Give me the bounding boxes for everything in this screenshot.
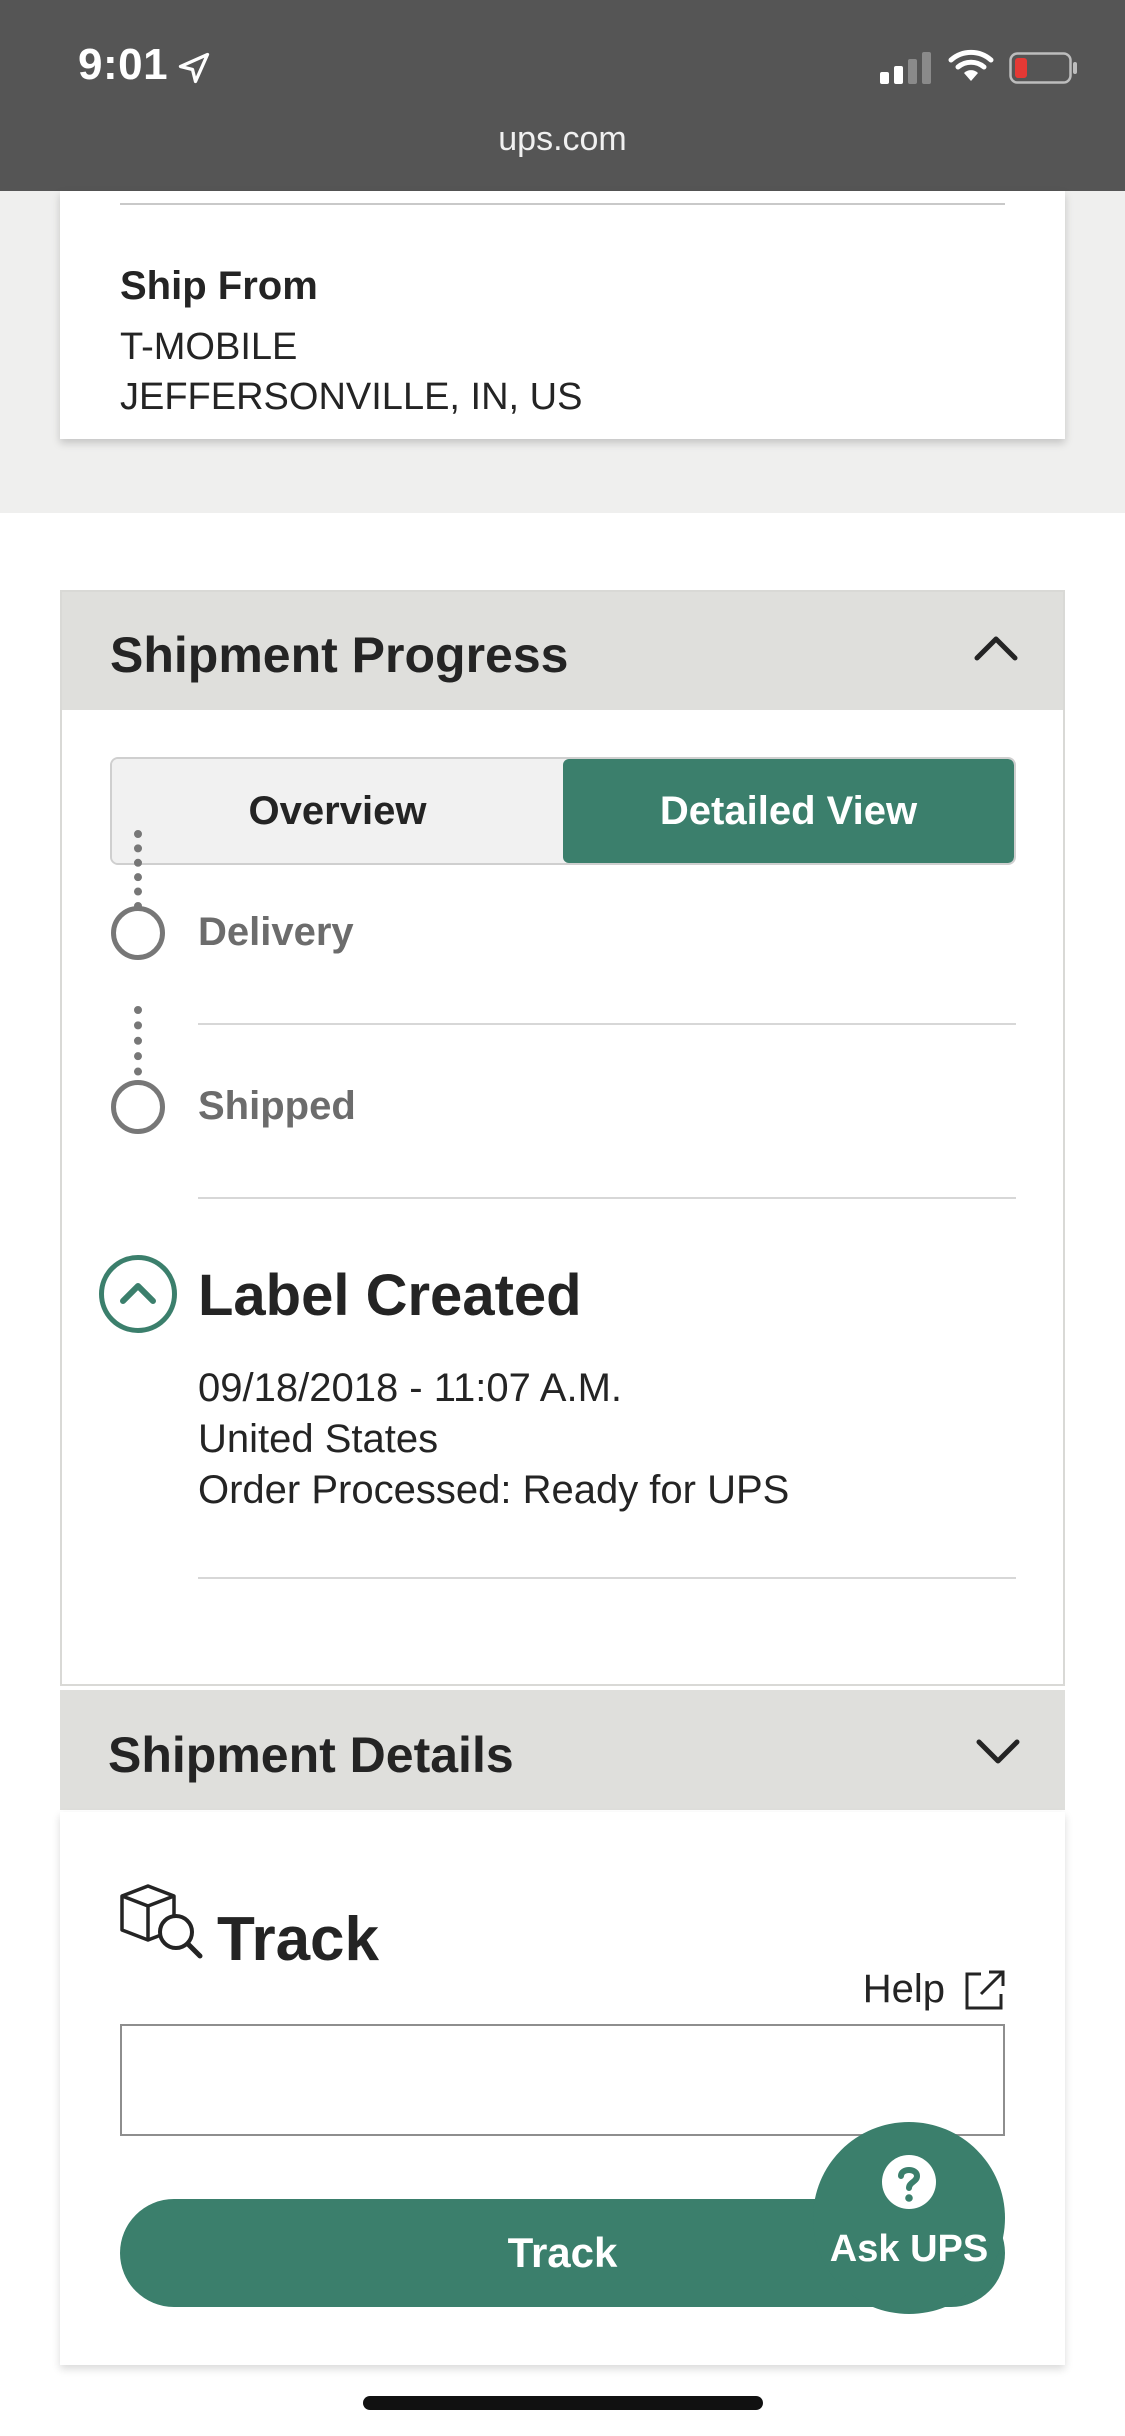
step-location: United States xyxy=(198,1417,439,1461)
shipment-progress-header[interactable]: Shipment Progress xyxy=(62,592,1063,710)
location-arrow-icon xyxy=(178,52,210,84)
ship-from-address: JEFFERSONVILLE, IN, US xyxy=(120,376,583,418)
help-label: Help xyxy=(862,1967,945,2011)
home-indicator[interactable] xyxy=(363,2396,763,2410)
external-link-icon xyxy=(965,1970,1005,2009)
divider xyxy=(198,1197,1016,1199)
ask-ups-label: Ask UPS xyxy=(829,2228,989,2270)
ship-from-card: Ship From T-MOBILE JEFFERSONVILLE, IN, U… xyxy=(60,191,1065,439)
step-current-icon[interactable] xyxy=(99,1255,177,1333)
divider xyxy=(198,1577,1016,1579)
shipment-progress-panel: Shipment Progress Overview Detailed View… xyxy=(60,590,1065,1686)
track-title: Track xyxy=(217,1905,380,1974)
help-link[interactable]: Help xyxy=(863,1967,1007,2012)
step-activity: Order Processed: Ready for UPS xyxy=(198,1468,790,1512)
shipment-details-header[interactable]: Shipment Details xyxy=(60,1690,1065,1810)
step-datetime: 09/18/2018 - 11:07 A.M. xyxy=(198,1366,623,1410)
chevron-down-icon[interactable] xyxy=(975,1736,1021,1766)
step-delivery-label: Delivery xyxy=(198,910,354,954)
tab-detailed-view[interactable]: Detailed View xyxy=(563,759,1014,863)
browser-url[interactable]: ups.com xyxy=(0,120,1125,159)
timeline-connector xyxy=(134,1006,142,1091)
step-pending-icon xyxy=(111,1080,165,1134)
cellular-signal-icon xyxy=(880,52,931,84)
chevron-up-icon xyxy=(120,1283,156,1304)
chevron-up-icon[interactable] xyxy=(973,632,1019,662)
help-question-icon xyxy=(882,2155,936,2209)
shipment-progress-title: Shipment Progress xyxy=(110,627,569,683)
step-pending-icon xyxy=(111,906,165,960)
status-bar: 9:01 ups.com xyxy=(0,0,1125,191)
ask-ups-button[interactable]: Ask UPS xyxy=(813,2122,1005,2314)
tab-overview[interactable]: Overview xyxy=(112,759,563,863)
step-shipped-label: Shipped xyxy=(198,1084,356,1128)
package-search-icon xyxy=(120,1884,203,1959)
status-time: 9:01 xyxy=(78,40,169,89)
view-toggle: Overview Detailed View xyxy=(110,757,1016,865)
step-label-created-title: Label Created xyxy=(198,1263,582,1328)
divider xyxy=(198,1023,1016,1025)
divider xyxy=(120,203,1005,205)
battery-icon xyxy=(1009,52,1077,84)
ship-from-name: T-MOBILE xyxy=(120,326,298,368)
timeline-connector xyxy=(134,830,142,910)
wifi-icon xyxy=(948,49,994,81)
tracking-number-input[interactable] xyxy=(120,2024,1005,2136)
shipment-details-title: Shipment Details xyxy=(108,1727,514,1783)
ship-from-label: Ship From xyxy=(120,264,318,308)
